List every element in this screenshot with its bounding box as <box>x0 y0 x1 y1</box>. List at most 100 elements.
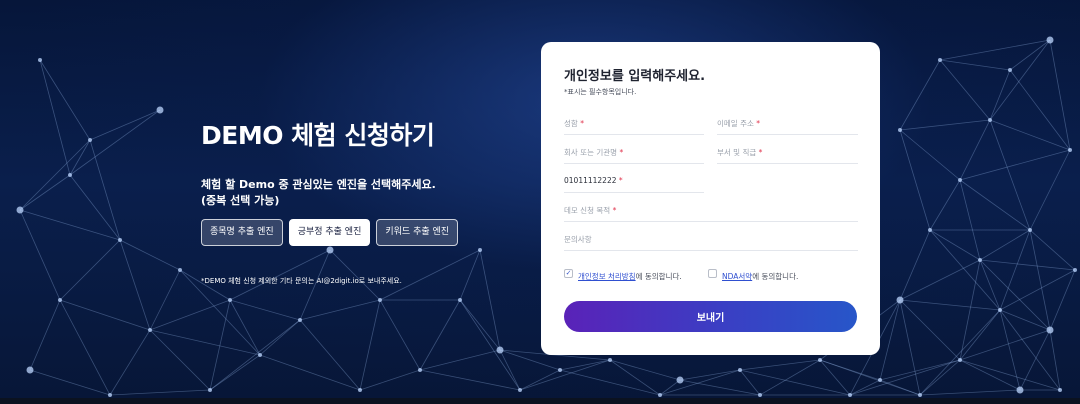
network-node <box>978 258 982 262</box>
network-node <box>848 393 852 397</box>
network-line <box>999 309 1021 391</box>
network-line <box>879 379 921 396</box>
network-line <box>989 119 1071 151</box>
network-line <box>759 359 821 396</box>
network-line <box>459 299 501 351</box>
network-line <box>1049 269 1076 331</box>
privacy-checkbox[interactable]: ✓ <box>564 269 573 278</box>
network-node <box>68 173 72 177</box>
network-line <box>659 369 741 396</box>
network-line <box>119 239 151 331</box>
network-line <box>69 109 161 176</box>
network-line <box>209 354 261 391</box>
network-node <box>998 308 1002 312</box>
network-node <box>148 328 152 332</box>
network-line <box>1049 329 1061 391</box>
phone-input[interactable] <box>564 173 704 194</box>
network-line <box>519 369 561 391</box>
privacy-policy-link[interactable]: 개인정보 처리방침 <box>578 272 636 281</box>
network-line <box>379 249 481 301</box>
network-node <box>358 388 362 392</box>
network-line <box>119 239 181 271</box>
contact-note: *DEMO 체험 신청 제외한 기타 문의는 AI@2digit.io로 보내주… <box>201 277 402 285</box>
hero-description-line-1: 체험 할 Demo 중 관심있는 엔진을 선택해주세요. <box>201 178 436 191</box>
form-title: 개인정보를 입력해주세요. <box>564 69 706 84</box>
network-node <box>958 178 962 182</box>
network-node <box>1046 36 1054 44</box>
nda-checkbox[interactable] <box>708 269 717 278</box>
network-node <box>258 353 262 357</box>
network-line <box>929 179 961 231</box>
inquiry-field: 문의사항 <box>564 229 858 252</box>
network-line <box>609 359 681 381</box>
network-line <box>999 229 1031 311</box>
network-line <box>39 59 71 176</box>
company-input[interactable] <box>564 144 704 165</box>
network-line <box>149 329 261 356</box>
network-node <box>418 368 422 372</box>
network-line <box>959 359 1061 391</box>
network-line <box>999 269 1076 311</box>
network-line <box>559 369 661 396</box>
network-node <box>208 388 212 392</box>
network-line <box>459 249 481 301</box>
network-node <box>878 378 882 382</box>
submit-button[interactable]: 보내기 <box>564 301 857 332</box>
network-line <box>989 69 1011 121</box>
network-line <box>19 174 71 211</box>
network-node <box>928 228 932 232</box>
network-node <box>58 298 62 302</box>
network-line <box>979 259 1076 271</box>
network-line <box>959 149 1071 181</box>
network-node <box>1008 68 1012 72</box>
nda-link[interactable]: NDA서약 <box>722 272 752 281</box>
network-line <box>149 329 211 391</box>
network-line <box>89 139 121 241</box>
network-line <box>939 39 1051 61</box>
engine-button-sentiment[interactable]: 긍부정 추출 엔진 <box>288 219 371 246</box>
network-node <box>156 106 164 114</box>
network-node <box>38 58 42 62</box>
network-node <box>228 298 232 302</box>
network-node <box>818 358 822 362</box>
network-line <box>19 209 121 241</box>
network-line <box>939 59 991 121</box>
network-line <box>899 129 961 181</box>
network-node <box>1046 326 1054 334</box>
network-line <box>899 299 921 396</box>
network-line <box>899 259 981 301</box>
network-line <box>109 329 151 396</box>
inquiry-input[interactable] <box>564 231 858 252</box>
engine-button-group: 종목명 추출 엔진 긍부정 추출 엔진 키워드 추출 엔진 <box>201 219 459 246</box>
network-line <box>679 379 761 396</box>
name-input[interactable] <box>564 115 704 136</box>
engine-button-keyword[interactable]: 키워드 추출 엔진 <box>376 219 459 246</box>
network-line <box>379 299 421 371</box>
purpose-input[interactable] <box>564 202 858 223</box>
network-node <box>938 58 942 62</box>
network-line <box>229 299 301 321</box>
network-line <box>359 369 421 391</box>
network-line <box>659 379 681 396</box>
network-line <box>899 299 961 361</box>
network-line <box>899 229 931 301</box>
network-node <box>26 366 34 374</box>
hero-description: 체험 할 Demo 중 관심있는 엔진을 선택해주세요. (중복 선택 가능) <box>201 177 501 209</box>
network-line <box>849 379 881 396</box>
email-input[interactable] <box>717 115 858 136</box>
company-field: 회사 또는 기관명 * <box>564 142 704 165</box>
network-line <box>19 139 91 211</box>
engine-button-stock-name[interactable]: 종목명 추출 엔진 <box>201 219 283 246</box>
network-line <box>939 59 1011 71</box>
network-line <box>109 389 211 396</box>
network-line <box>959 119 991 181</box>
network-line <box>419 349 501 371</box>
form-required-note: *표시는 필수항목입니다. <box>564 88 637 96</box>
dept-input[interactable] <box>717 144 858 165</box>
network-line <box>899 119 991 131</box>
purpose-field: 데모 신청 목적 * <box>564 200 858 223</box>
network-background <box>0 0 1080 404</box>
network-line <box>979 229 1031 261</box>
network-line <box>149 269 181 331</box>
phone-field: 01011112222 * <box>564 171 704 194</box>
